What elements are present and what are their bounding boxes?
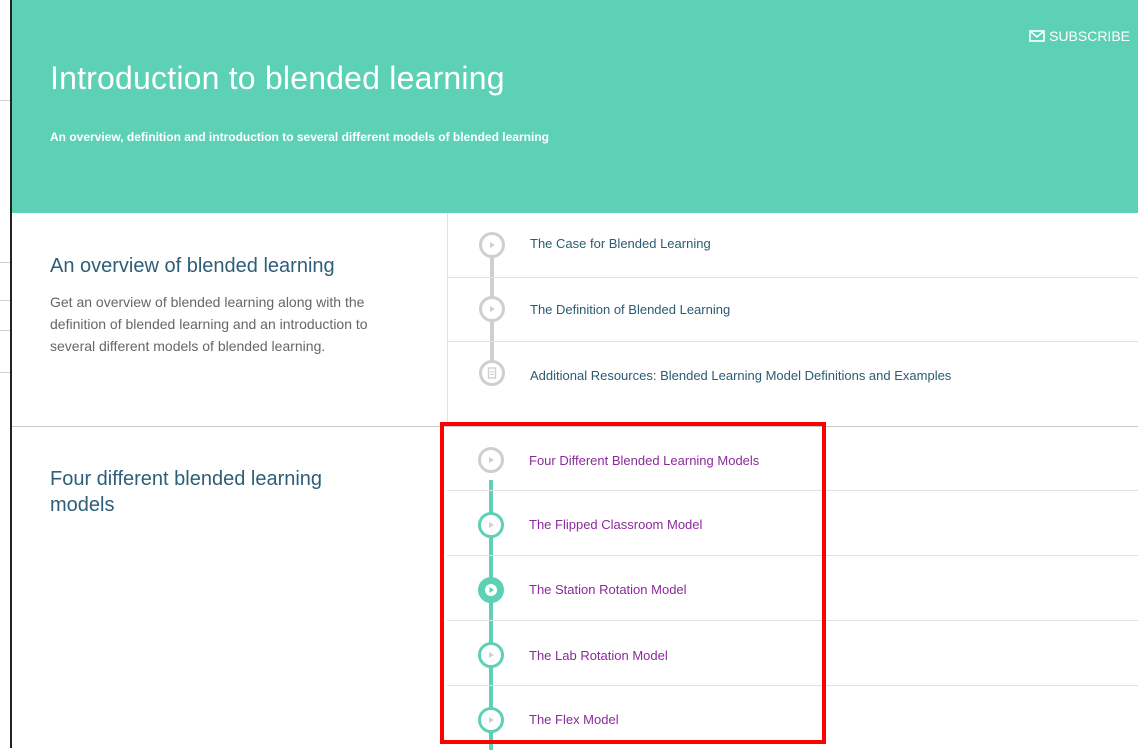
lesson-label: The Lab Rotation Model bbox=[529, 648, 668, 663]
lesson-label: The Station Rotation Model bbox=[529, 582, 687, 597]
course-header: SUBSCRIBE Introduction to blended learni… bbox=[12, 0, 1138, 213]
lesson-label: The Case for Blended Learning bbox=[530, 236, 711, 251]
lesson-item[interactable]: The Definition of Blended Learning bbox=[448, 277, 1138, 342]
lesson-label: The Flex Model bbox=[529, 712, 619, 727]
lesson-item[interactable]: The Flipped Classroom Model bbox=[447, 491, 1138, 556]
play-icon bbox=[479, 232, 505, 258]
section-description: Get an overview of blended learning alon… bbox=[50, 294, 368, 354]
subscribe-button[interactable]: SUBSCRIBE bbox=[1029, 28, 1130, 44]
section-models: Four different blended learning models F… bbox=[12, 426, 1138, 750]
course-page: SUBSCRIBE Introduction to blended learni… bbox=[10, 0, 1138, 750]
lesson-label: The Flipped Classroom Model bbox=[529, 517, 703, 532]
lesson-item[interactable]: The Lab Rotation Model bbox=[447, 621, 1138, 686]
document-icon bbox=[479, 360, 505, 386]
page-edge-line bbox=[0, 262, 10, 263]
play-icon bbox=[478, 642, 504, 668]
subscribe-label: SUBSCRIBE bbox=[1049, 28, 1130, 44]
course-subtitle: An overview, definition and introduction… bbox=[50, 130, 549, 144]
play-icon bbox=[478, 577, 504, 603]
play-icon bbox=[478, 447, 504, 473]
lesson-item[interactable]: The Station Rotation Model bbox=[447, 556, 1138, 621]
lesson-list: The Case for Blended Learning The Defini… bbox=[447, 213, 1138, 426]
play-icon bbox=[478, 512, 504, 538]
section-title[interactable]: Four different blended learning models bbox=[50, 466, 390, 518]
lesson-list: Four Different Blended Learning Models T… bbox=[447, 426, 1138, 750]
page-edge-line bbox=[0, 330, 10, 331]
section-overview: An overview of blended learning Get an o… bbox=[12, 213, 1138, 427]
lesson-item[interactable]: The Flex Model bbox=[447, 686, 1138, 750]
lesson-label: Additional Resources: Blended Learning M… bbox=[530, 368, 952, 383]
envelope-icon bbox=[1029, 30, 1045, 42]
page-edge-line bbox=[0, 100, 10, 101]
page-edge-line bbox=[0, 372, 10, 373]
lesson-label: The Definition of Blended Learning bbox=[530, 302, 731, 317]
course-title: Introduction to blended learning bbox=[50, 60, 505, 96]
lesson-item[interactable]: Four Different Blended Learning Models bbox=[447, 426, 1138, 491]
play-icon bbox=[478, 707, 504, 733]
section-title[interactable]: An overview of blended learning bbox=[50, 253, 335, 279]
page-edge-line bbox=[0, 300, 10, 301]
lesson-label: Four Different Blended Learning Models bbox=[529, 453, 760, 468]
lesson-item[interactable]: Additional Resources: Blended Learning M… bbox=[448, 341, 1138, 426]
lesson-item[interactable]: The Case for Blended Learning bbox=[448, 213, 1138, 278]
play-icon bbox=[479, 296, 505, 322]
